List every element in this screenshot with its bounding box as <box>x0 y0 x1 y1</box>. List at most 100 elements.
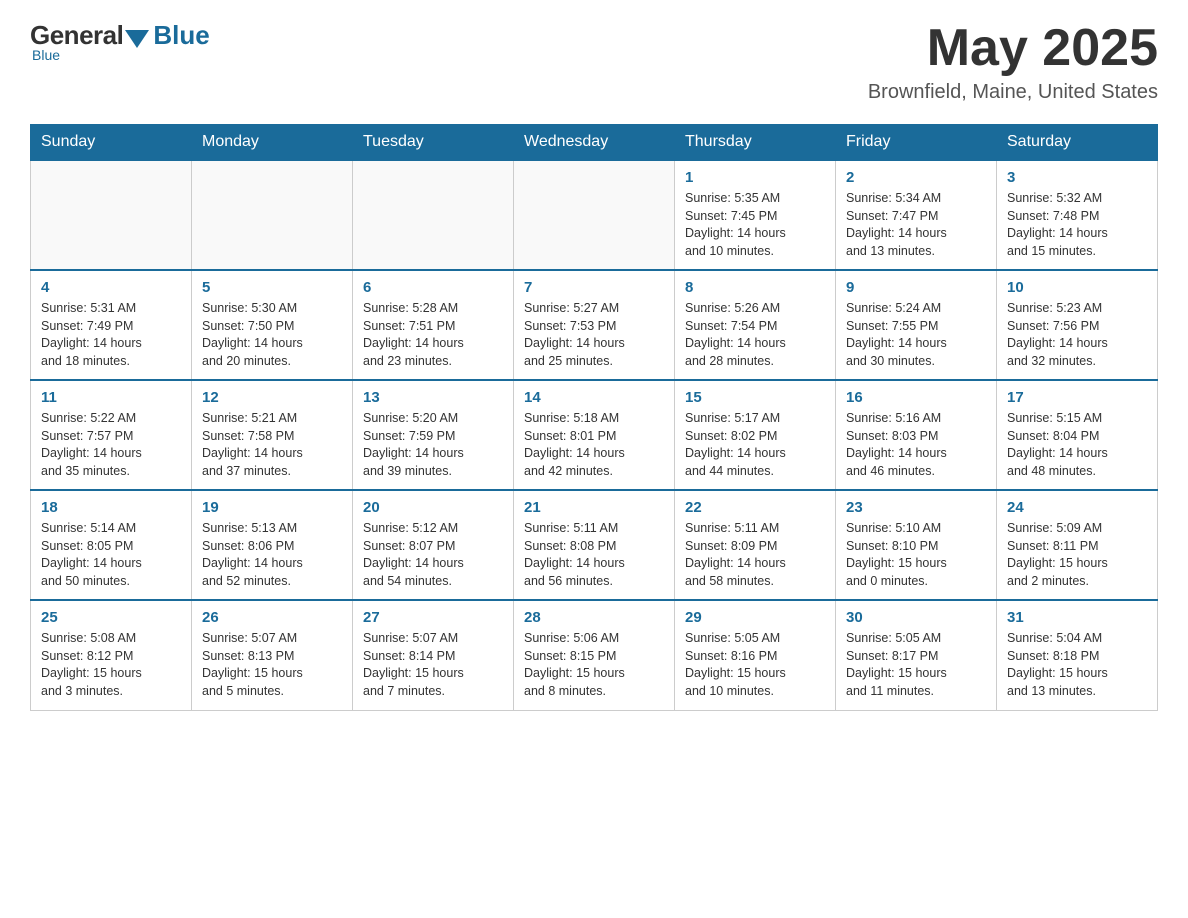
title-area: May 2025 Brownfield, Maine, United State… <box>868 20 1158 104</box>
location-title: Brownfield, Maine, United States <box>868 81 1158 104</box>
day-info: Sunrise: 5:05 AMSunset: 8:17 PMDaylight:… <box>846 630 986 700</box>
day-info: Sunrise: 5:14 AMSunset: 8:05 PMDaylight:… <box>41 520 181 590</box>
day-info: Sunrise: 5:10 AMSunset: 8:10 PMDaylight:… <box>846 520 986 590</box>
day-info: Sunrise: 5:30 AMSunset: 7:50 PMDaylight:… <box>202 300 342 370</box>
calendar-cell-w1-d4 <box>514 160 675 270</box>
calendar-cell-w1-d6: 2 Sunrise: 5:34 AMSunset: 7:47 PMDaylight… <box>836 160 997 270</box>
calendar-cell-w5-d2: 26 Sunrise: 5:07 AMSunset: 8:13 PMDayligh… <box>192 600 353 710</box>
day-info: Sunrise: 5:05 AMSunset: 8:16 PMDaylight:… <box>685 630 825 700</box>
logo-tagline: Blue <box>32 47 60 63</box>
day-number: 12 <box>202 389 342 406</box>
day-number: 23 <box>846 499 986 516</box>
day-info: Sunrise: 5:17 AMSunset: 8:02 PMDaylight:… <box>685 410 825 480</box>
calendar-cell-w1-d2 <box>192 160 353 270</box>
day-number: 8 <box>685 279 825 296</box>
day-number: 18 <box>41 499 181 516</box>
calendar-cell-w1-d7: 3Sunrise: 5:32 AMSunset: 7:48 PMDaylight… <box>997 160 1158 270</box>
week-row-1: 1 Sunrise: 5:35 AMSunset: 7:45 PMDaylight… <box>31 160 1158 270</box>
day-number: 13 <box>363 389 503 406</box>
calendar-cell-w5-d7: 31Sunrise: 5:04 AMSunset: 8:18 PMDayligh… <box>997 600 1158 710</box>
calendar-cell-w1-d5: 1 Sunrise: 5:35 AMSunset: 7:45 PMDaylight… <box>675 160 836 270</box>
day-number: 26 <box>202 609 342 626</box>
calendar-cell-w2-d5: 8 Sunrise: 5:26 AMSunset: 7:54 PMDaylight… <box>675 270 836 380</box>
calendar-cell-w2-d2: 5 Sunrise: 5:30 AMSunset: 7:50 PMDaylight… <box>192 270 353 380</box>
day-number: 14 <box>524 389 664 406</box>
day-number: 20 <box>363 499 503 516</box>
day-number: 9 <box>846 279 986 296</box>
day-info: Sunrise: 5:24 AMSunset: 7:55 PMDaylight:… <box>846 300 986 370</box>
calendar-cell-w1-d3 <box>353 160 514 270</box>
calendar-cell-w4-d4: 21 Sunrise: 5:11 AMSunset: 8:08 PMDayligh… <box>514 490 675 600</box>
day-number: 19 <box>202 499 342 516</box>
day-info: Sunrise: 5:32 AMSunset: 7:48 PMDaylight:… <box>1007 190 1147 260</box>
day-info: Sunrise: 5:09 AMSunset: 8:11 PMDaylight:… <box>1007 520 1147 590</box>
week-row-5: 25 Sunrise: 5:08 AMSunset: 8:12 PMDayligh… <box>31 600 1158 710</box>
day-info: Sunrise: 5:28 AMSunset: 7:51 PMDaylight:… <box>363 300 503 370</box>
calendar-header-row: Sunday Monday Tuesday Wednesday Thursday… <box>31 125 1158 161</box>
calendar-cell-w2-d7: 10Sunrise: 5:23 AMSunset: 7:56 PMDayligh… <box>997 270 1158 380</box>
calendar-cell-w4-d1: 18 Sunrise: 5:14 AMSunset: 8:05 PMDayligh… <box>31 490 192 600</box>
calendar-cell-w4-d5: 22Sunrise: 5:11 AMSunset: 8:09 PMDayligh… <box>675 490 836 600</box>
header-thursday: Thursday <box>675 125 836 161</box>
day-info: Sunrise: 5:34 AMSunset: 7:47 PMDaylight:… <box>846 190 986 260</box>
day-number: 17 <box>1007 389 1147 406</box>
header: General Blue Blue May 2025 Brownfield, M… <box>30 20 1158 104</box>
day-info: Sunrise: 5:11 AMSunset: 8:08 PMDaylight:… <box>524 520 664 590</box>
calendar-cell-w3-d3: 13 Sunrise: 5:20 AMSunset: 7:59 PMDayligh… <box>353 380 514 490</box>
calendar-cell-w1-d1 <box>31 160 192 270</box>
calendar-cell-w3-d4: 14Sunrise: 5:18 AMSunset: 8:01 PMDayligh… <box>514 380 675 490</box>
day-number: 25 <box>41 609 181 626</box>
header-saturday: Saturday <box>997 125 1158 161</box>
day-number: 27 <box>363 609 503 626</box>
day-info: Sunrise: 5:07 AMSunset: 8:13 PMDaylight:… <box>202 630 342 700</box>
calendar-cell-w5-d6: 30Sunrise: 5:05 AMSunset: 8:17 PMDayligh… <box>836 600 997 710</box>
day-info: Sunrise: 5:35 AMSunset: 7:45 PMDaylight:… <box>685 190 825 260</box>
day-number: 31 <box>1007 609 1147 626</box>
calendar-cell-w2-d6: 9 Sunrise: 5:24 AMSunset: 7:55 PMDaylight… <box>836 270 997 380</box>
day-info: Sunrise: 5:20 AMSunset: 7:59 PMDaylight:… <box>363 410 503 480</box>
day-number: 16 <box>846 389 986 406</box>
day-number: 7 <box>524 279 664 296</box>
week-row-3: 11 Sunrise: 5:22 AMSunset: 7:57 PMDayligh… <box>31 380 1158 490</box>
day-info: Sunrise: 5:31 AMSunset: 7:49 PMDaylight:… <box>41 300 181 370</box>
day-info: Sunrise: 5:12 AMSunset: 8:07 PMDaylight:… <box>363 520 503 590</box>
calendar-cell-w2-d4: 7Sunrise: 5:27 AMSunset: 7:53 PMDaylight… <box>514 270 675 380</box>
calendar-cell-w4-d6: 23 Sunrise: 5:10 AMSunset: 8:10 PMDayligh… <box>836 490 997 600</box>
calendar-cell-w2-d1: 4 Sunrise: 5:31 AMSunset: 7:49 PMDaylight… <box>31 270 192 380</box>
calendar-cell-w3-d6: 16Sunrise: 5:16 AMSunset: 8:03 PMDayligh… <box>836 380 997 490</box>
day-info: Sunrise: 5:15 AMSunset: 8:04 PMDaylight:… <box>1007 410 1147 480</box>
day-number: 24 <box>1007 499 1147 516</box>
day-info: Sunrise: 5:26 AMSunset: 7:54 PMDaylight:… <box>685 300 825 370</box>
calendar-cell-w3-d5: 15 Sunrise: 5:17 AMSunset: 8:02 PMDayligh… <box>675 380 836 490</box>
header-tuesday: Tuesday <box>353 125 514 161</box>
logo: General Blue Blue <box>30 20 210 63</box>
calendar-cell-w5-d3: 27 Sunrise: 5:07 AMSunset: 8:14 PMDayligh… <box>353 600 514 710</box>
day-number: 15 <box>685 389 825 406</box>
day-number: 28 <box>524 609 664 626</box>
calendar-cell-w4-d2: 19Sunrise: 5:13 AMSunset: 8:06 PMDayligh… <box>192 490 353 600</box>
day-info: Sunrise: 5:11 AMSunset: 8:09 PMDaylight:… <box>685 520 825 590</box>
day-number: 4 <box>41 279 181 296</box>
calendar-cell-w3-d1: 11 Sunrise: 5:22 AMSunset: 7:57 PMDayligh… <box>31 380 192 490</box>
calendar-cell-w5-d5: 29 Sunrise: 5:05 AMSunset: 8:16 PMDayligh… <box>675 600 836 710</box>
day-number: 1 <box>685 169 825 186</box>
calendar-cell-w4-d7: 24 Sunrise: 5:09 AMSunset: 8:11 PMDayligh… <box>997 490 1158 600</box>
day-info: Sunrise: 5:07 AMSunset: 8:14 PMDaylight:… <box>363 630 503 700</box>
day-info: Sunrise: 5:08 AMSunset: 8:12 PMDaylight:… <box>41 630 181 700</box>
day-info: Sunrise: 5:22 AMSunset: 7:57 PMDaylight:… <box>41 410 181 480</box>
header-friday: Friday <box>836 125 997 161</box>
week-row-4: 18 Sunrise: 5:14 AMSunset: 8:05 PMDayligh… <box>31 490 1158 600</box>
day-number: 21 <box>524 499 664 516</box>
logo-blue-text: Blue <box>153 20 209 51</box>
day-number: 5 <box>202 279 342 296</box>
day-number: 11 <box>41 389 181 406</box>
day-number: 29 <box>685 609 825 626</box>
calendar-cell-w2-d3: 6Sunrise: 5:28 AMSunset: 7:51 PMDaylight… <box>353 270 514 380</box>
calendar-cell-w4-d3: 20 Sunrise: 5:12 AMSunset: 8:07 PMDayligh… <box>353 490 514 600</box>
calendar-cell-w5-d1: 25 Sunrise: 5:08 AMSunset: 8:12 PMDayligh… <box>31 600 192 710</box>
day-info: Sunrise: 5:23 AMSunset: 7:56 PMDaylight:… <box>1007 300 1147 370</box>
calendar-table: Sunday Monday Tuesday Wednesday Thursday… <box>30 124 1158 711</box>
day-number: 2 <box>846 169 986 186</box>
week-row-2: 4 Sunrise: 5:31 AMSunset: 7:49 PMDaylight… <box>31 270 1158 380</box>
day-info: Sunrise: 5:06 AMSunset: 8:15 PMDaylight:… <box>524 630 664 700</box>
